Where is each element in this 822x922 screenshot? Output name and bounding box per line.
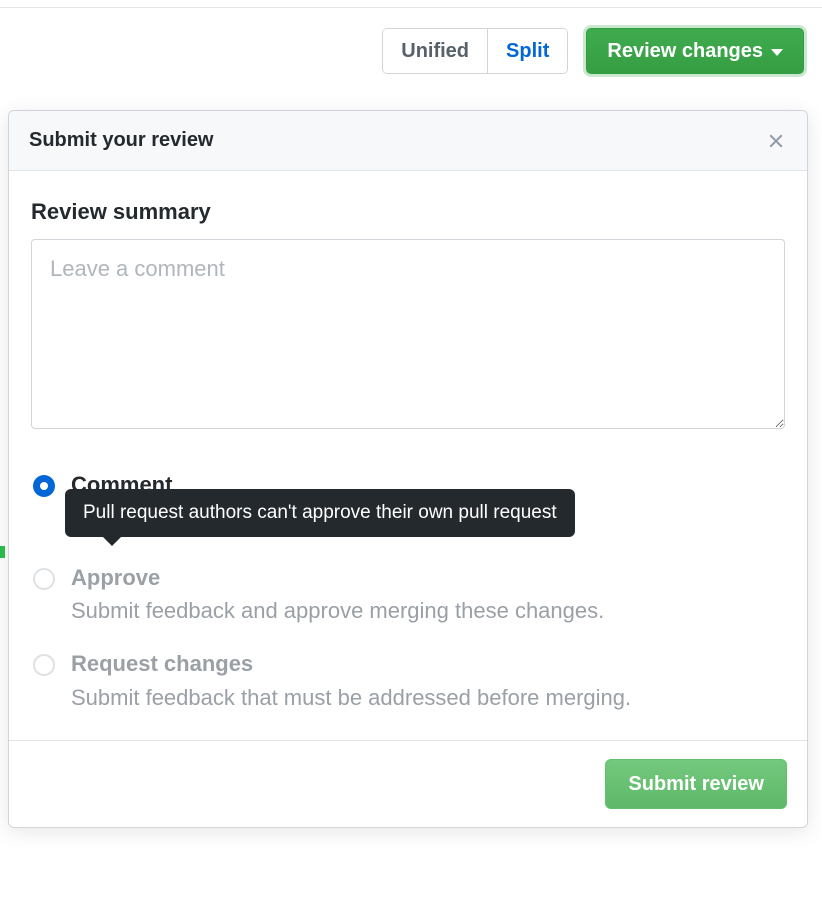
option-approve-text: Approve Submit feedback and approve merg…	[71, 563, 604, 628]
review-summary-label: Review summary	[31, 199, 785, 225]
option-request-changes-title: Request changes	[71, 649, 631, 680]
tab-unified[interactable]: Unified	[383, 29, 487, 73]
top-divider	[0, 0, 822, 8]
option-approve: Approve Submit feedback and approve merg…	[31, 563, 785, 650]
review-changes-label: Review changes	[607, 40, 763, 63]
panel-body: Review summary Pull request authors can'…	[9, 171, 807, 740]
tab-split[interactable]: Split	[487, 29, 567, 73]
review-options: Pull request authors can't approve their…	[31, 470, 785, 714]
option-request-changes-desc: Submit feedback that must be addressed b…	[71, 682, 631, 714]
option-comment-title: Comment	[71, 470, 172, 501]
panel-title: Submit your review	[29, 129, 214, 152]
toolbar: Unified Split Review changes	[0, 8, 822, 74]
option-approve-title: Approve	[71, 563, 604, 594]
option-comment-text: Comment al.	[71, 470, 172, 535]
radio-approve	[33, 568, 55, 590]
review-changes-button[interactable]: Review changes	[586, 28, 804, 74]
review-panel: Submit your review Review summary Pull r…	[8, 110, 808, 828]
review-comment-textarea[interactable]	[31, 239, 785, 429]
diff-green-sliver	[0, 546, 5, 558]
option-comment-desc-trail: al.	[71, 503, 172, 535]
panel-footer: Submit review	[9, 740, 807, 827]
option-request-changes: Request changes Submit feedback that mus…	[31, 649, 785, 714]
option-request-changes-text: Request changes Submit feedback that mus…	[71, 649, 631, 714]
panel-header: Submit your review	[9, 111, 807, 171]
radio-comment[interactable]	[33, 475, 55, 497]
page-root: Unified Split Review changes Submit your…	[0, 0, 822, 922]
submit-review-button[interactable]: Submit review	[605, 759, 787, 809]
option-comment[interactable]: Comment al.	[31, 470, 785, 557]
radio-request-changes	[33, 654, 55, 676]
caret-down-icon	[771, 49, 783, 56]
option-approve-desc: Submit feedback and approve merging thes…	[71, 595, 604, 627]
diff-view-segmented: Unified Split	[382, 28, 568, 74]
close-icon[interactable]	[765, 130, 787, 152]
